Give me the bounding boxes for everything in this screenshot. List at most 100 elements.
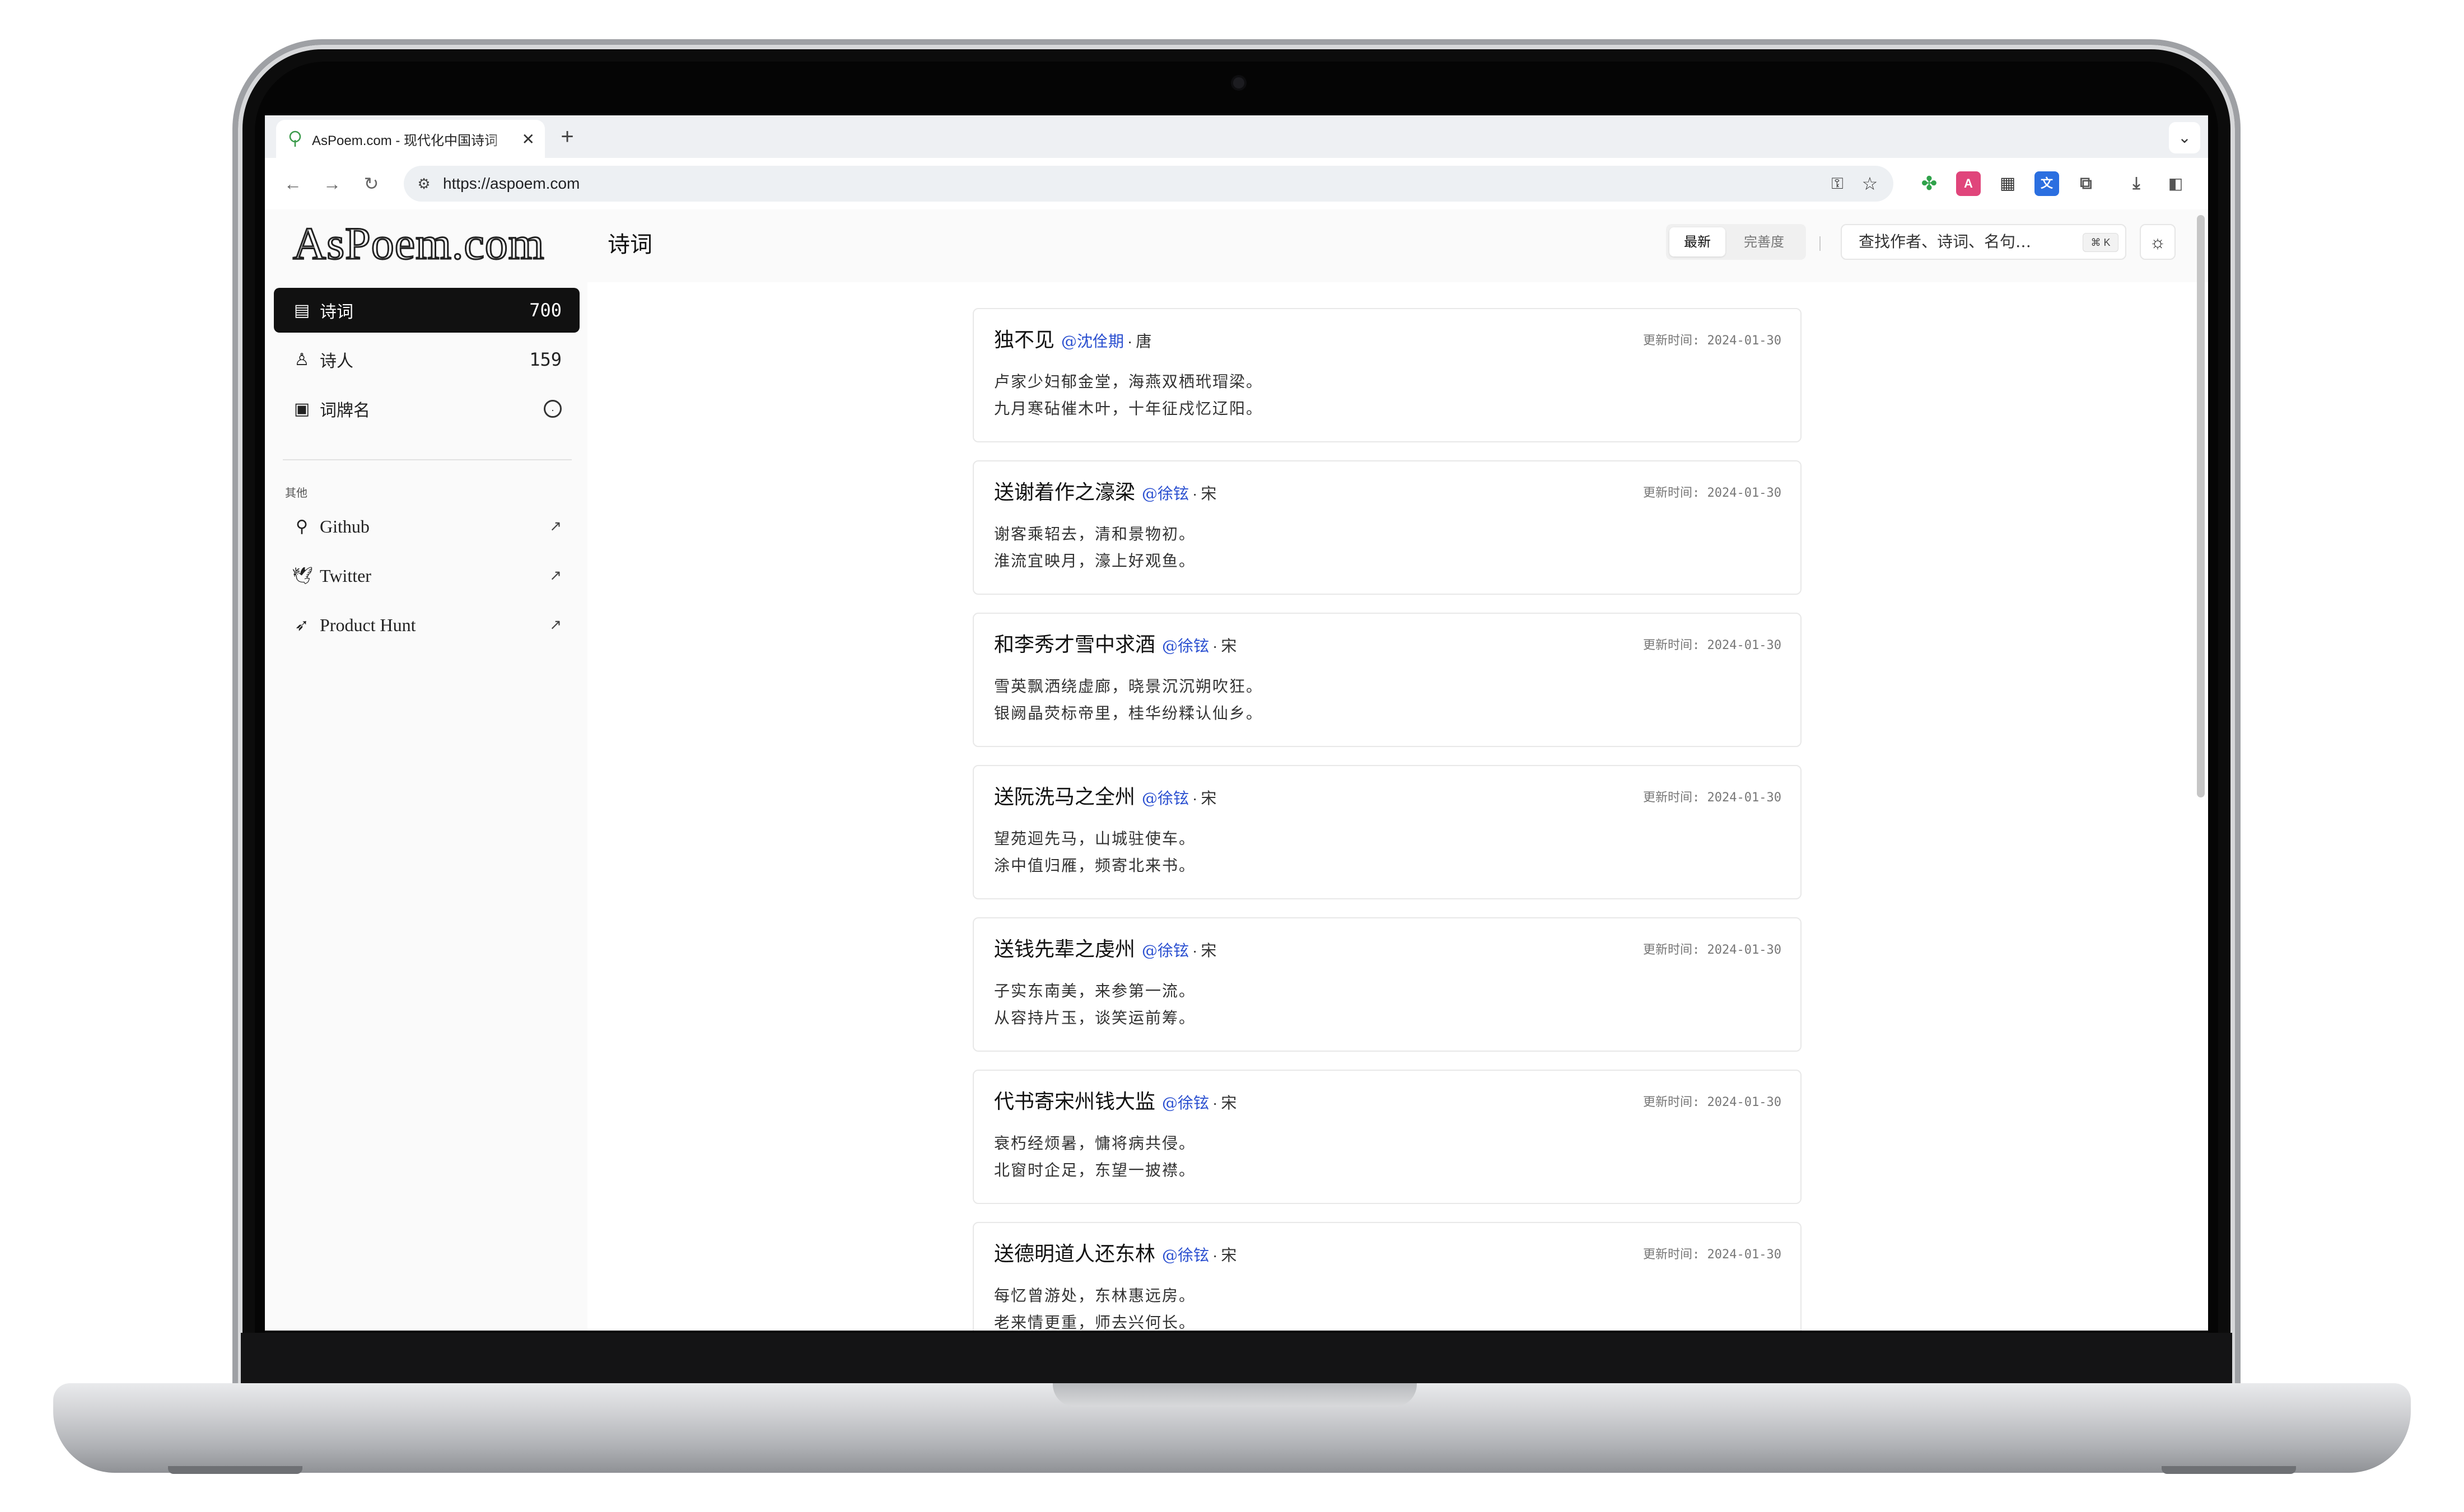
page-scrollbar[interactable] — [2197, 215, 2205, 797]
poem-card[interactable]: 送钱先辈之虔州 @徐铉 · 宋 更新时间: 2024-01-30 子实东南美，来参第一流。… — [973, 917, 1802, 1052]
reload-icon[interactable]: ↻ — [357, 169, 386, 198]
extension-pink-icon[interactable]: A — [1956, 171, 1981, 196]
poem-title[interactable]: 送德明道人还东林 — [994, 1238, 1155, 1267]
poem-line: 卢家少妇郁金堂，海燕双栖玳瑁梁。 — [994, 372, 1263, 391]
browser-toolbar: ← → ↻ ⚙ https://aspoem.com ⚿ ☆ ✤ A ▦ 文 ⧉… — [265, 158, 2208, 211]
poem-card-header: 送德明道人还东林 @徐铉 · 宋 — [994, 1238, 1236, 1267]
poem-card[interactable]: 代书寄宋州钱大监 @徐铉 · 宋 更新时间: 2024-01-30 衰朽经烦暑，慵将病共侵… — [973, 1070, 1802, 1204]
poem-card[interactable]: 送阮洗马之全州 @徐铉 · 宋 更新时间: 2024-01-30 望苑迴先马，山城驻使车。… — [973, 765, 1802, 899]
poem-author-link[interactable]: @徐铉 — [1142, 939, 1189, 961]
section-label-other: 其他 — [285, 486, 307, 500]
sidebar-link-twitter[interactable]: 🕊 Twitter ↗ — [274, 554, 580, 597]
poem-line: 涂中值归雁，频寄北来书。 — [994, 856, 1196, 875]
laptop-chin — [241, 1333, 2232, 1389]
coming-soon-circle-icon: · — [544, 400, 562, 418]
sidebar-item-poems[interactable]: ▤ 诗词 700 — [274, 288, 580, 333]
sidebar-item-cipai[interactable]: ▣ 词牌名 · — [274, 386, 580, 431]
download-icon[interactable]: ⤓ — [2124, 171, 2149, 196]
back-arrow-icon[interactable]: ← — [278, 169, 307, 198]
poem-author-link[interactable]: @徐铉 — [1162, 1243, 1209, 1266]
poem-line: 子实东南美，来参第一流。 — [994, 982, 1196, 1000]
poem-updated-time: 更新时间: 2024-01-30 — [1643, 791, 1781, 805]
tab-strip: AsPoem.com - 现代化中国诗词 ✕ + ⌄ — [265, 115, 2208, 158]
url-text[interactable]: https://aspoem.com — [443, 166, 580, 202]
search-input[interactable]: 查找作者、诗词、名句… ⌘ K — [1841, 224, 2126, 260]
poem-line: 银阙晶荧标帝里，桂华纷糅认仙乡。 — [994, 704, 1263, 722]
sidebar-link-github[interactable]: ⚲ Github ↗ — [274, 505, 580, 548]
poem-updated-time: 更新时间: 2024-01-30 — [1643, 638, 1781, 652]
sort-option-completeness[interactable]: 完善度 — [1733, 227, 1795, 256]
poem-author-link[interactable]: @徐铉 — [1162, 1091, 1209, 1113]
poem-card[interactable]: 和李秀才雪中求酒 @徐铉 · 宋 更新时间: 2024-01-30 雪英飘洒绕虚廊，晓景沉… — [973, 613, 1802, 747]
book-icon: ▣ — [293, 399, 310, 418]
poem-line: 北窗时企足，东望一披襟。 — [994, 1161, 1196, 1179]
address-bar[interactable]: ⚙ https://aspoem.com ⚿ ☆ — [404, 166, 1893, 202]
browser-tab[interactable]: AsPoem.com - 现代化中国诗词 ✕ — [276, 120, 545, 158]
poem-title[interactable]: 代书寄宋州钱大监 — [994, 1085, 1155, 1114]
poem-updated-time: 更新时间: 2024-01-30 — [1643, 334, 1781, 348]
poem-author-link[interactable]: @徐铉 — [1142, 786, 1189, 809]
poem-card[interactable]: 送德明道人还东林 @徐铉 · 宋 更新时间: 2024-01-30 每忆曾游处，东林惠远房… — [973, 1222, 1802, 1331]
main-header: 诗词 最新 完善度 查找作者、诗词、名句… ⌘ K ☼ — [587, 209, 2208, 282]
github-icon: ⚲ — [296, 517, 308, 536]
sidebar-divider — [283, 459, 572, 460]
forward-arrow-icon[interactable]: → — [318, 169, 347, 198]
external-link-arrow-icon: ↗ — [549, 518, 562, 534]
poem-line: 从容持片玉，谈笑运前筹。 — [994, 1009, 1196, 1027]
side-panel-icon[interactable]: ◧ — [2163, 171, 2188, 196]
poem-title[interactable]: 送阮洗马之全州 — [994, 781, 1135, 810]
new-tab-button[interactable]: + — [552, 122, 583, 153]
translate-icon[interactable]: 文 — [2034, 171, 2059, 196]
extension-green-icon[interactable]: ✤ — [1917, 171, 1942, 196]
poem-card[interactable]: 送谢着作之濠梁 @徐铉 · 宋 更新时间: 2024-01-30 谢客乘轺去，清和景物初。… — [973, 460, 1802, 595]
sidebar-item-label: 诗人 — [320, 352, 353, 371]
password-key-icon[interactable]: ⚿ — [1826, 172, 1849, 195]
sidebar-item-label: 诗词 — [320, 302, 353, 322]
poem-card[interactable]: 独不见 @沈佺期 · 唐 更新时间: 2024-01-30 卢家少妇郁金堂，海燕双栖玳瑁梁… — [973, 308, 1802, 442]
bookmark-star-icon[interactable]: ☆ — [1859, 172, 1881, 195]
theme-toggle-sun-icon[interactable]: ☼ — [2140, 224, 2176, 260]
laptop-foot-left — [168, 1466, 302, 1474]
poem-updated-time: 更新时间: 2024-01-30 — [1643, 1095, 1781, 1109]
twitter-icon: 🕊 — [292, 566, 314, 585]
poem-line: 九月寒砧催木叶，十年征戍忆辽阳。 — [994, 399, 1263, 418]
sidebar-link-product-hunt[interactable]: ➶ Product Hunt ↗ — [274, 604, 580, 646]
tab-search-chevron-icon[interactable]: ⌄ — [2169, 122, 2200, 153]
sidebar-link-label: Github — [320, 516, 370, 536]
poem-author-link[interactable]: @徐铉 — [1142, 482, 1189, 504]
separator-dot: · — [1212, 1247, 1218, 1264]
sidebar-item-count: 159 — [529, 349, 562, 370]
search-shortcut-badge: ⌘ K — [2083, 233, 2118, 252]
poem-dynasty: 宋 — [1221, 1246, 1237, 1264]
separator-dot: · — [1127, 333, 1133, 350]
site-settings-icon[interactable]: ⚙ — [414, 174, 434, 194]
poem-author-link[interactable]: @沈佺期 — [1061, 329, 1124, 352]
separator-dot: · — [1212, 1094, 1218, 1112]
sort-option-latest[interactable]: 最新 — [1669, 227, 1725, 256]
sidebar-link-label: Product Hunt — [320, 614, 416, 635]
sidebar-item-poets[interactable]: ♙ 诗人 159 — [274, 337, 580, 382]
site-logo[interactable]: AsPoem.com — [292, 217, 545, 270]
sidebar-link-label: Twitter — [320, 565, 371, 586]
sort-toggle: 最新 完善度 — [1666, 224, 1806, 260]
laptop-opening-notch — [1053, 1383, 1417, 1407]
poem-title[interactable]: 送谢着作之濠梁 — [994, 476, 1135, 505]
qr-code-icon[interactable]: ▦ — [1995, 171, 2020, 196]
puzzle-extensions-icon[interactable]: ⧉ — [2074, 171, 2098, 196]
rocket-icon: ➶ — [295, 615, 309, 634]
page: AsPoem.com ▤ 诗词 700 ♙ 诗人 159 ▣ 词牌名 · 其他 … — [265, 209, 2208, 1331]
camera-icon — [1233, 77, 1244, 88]
poem-dynasty: 唐 — [1136, 332, 1152, 351]
poem-card-header: 和李秀才雪中求酒 @徐铉 · 宋 — [994, 628, 1236, 657]
poem-title[interactable]: 送钱先辈之虔州 — [994, 933, 1135, 962]
poem-line: 望苑迴先马，山城驻使车。 — [994, 829, 1196, 848]
poem-title[interactable]: 和李秀才雪中求酒 — [994, 628, 1155, 657]
poem-card-header: 独不见 @沈佺期 · 唐 — [994, 324, 1151, 353]
tab-close-icon[interactable]: ✕ — [522, 130, 535, 148]
poem-author-link[interactable]: @徐铉 — [1162, 634, 1209, 656]
poem-card-header: 代书寄宋州钱大监 @徐铉 · 宋 — [994, 1085, 1236, 1114]
poem-line: 老来情更重，师去兴何长。 — [994, 1313, 1196, 1331]
poem-dynasty: 宋 — [1221, 637, 1237, 655]
poem-dynasty: 宋 — [1221, 1094, 1237, 1112]
poem-title[interactable]: 独不见 — [994, 324, 1054, 353]
